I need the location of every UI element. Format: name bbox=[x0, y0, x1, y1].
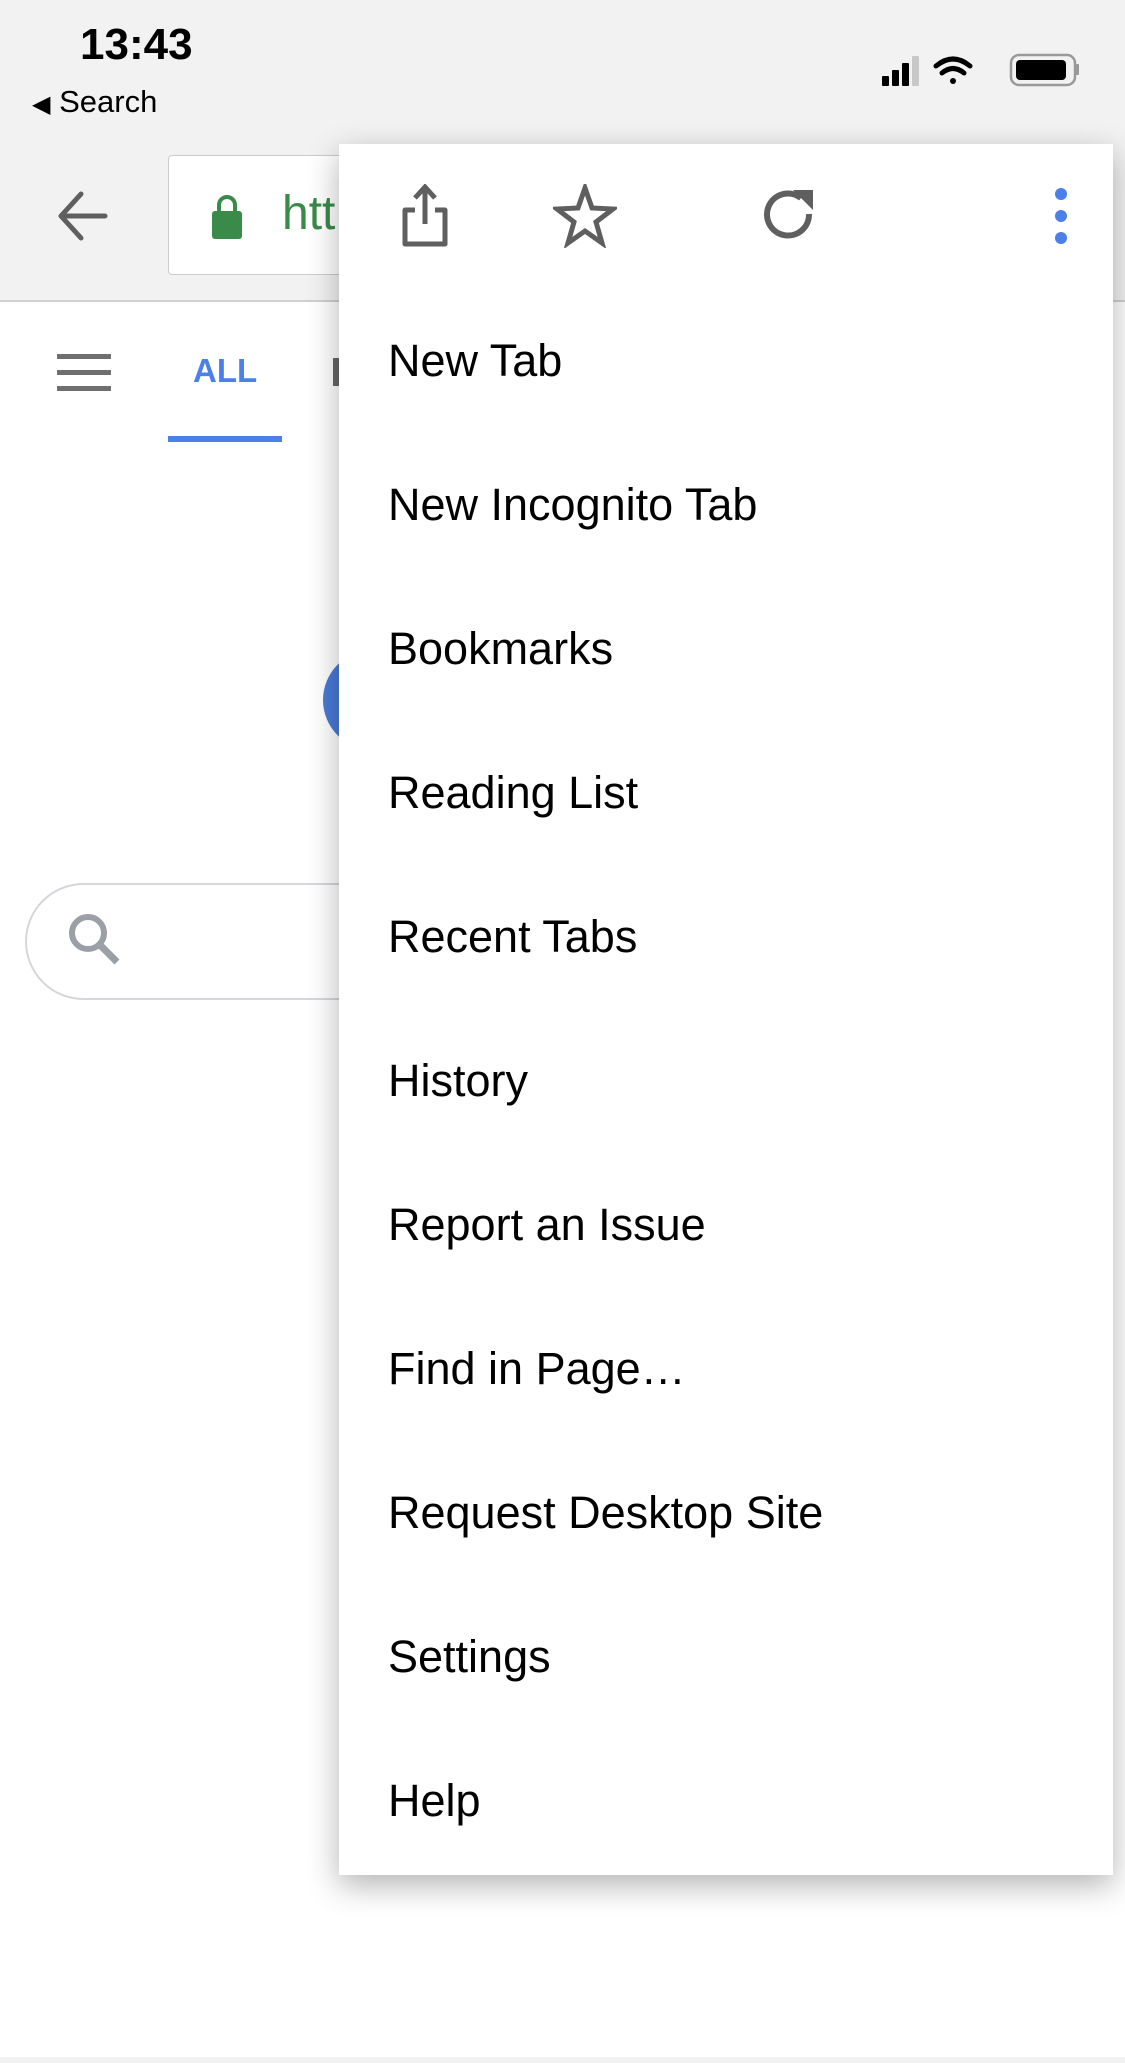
menu-item-reading-list[interactable]: Reading List bbox=[388, 721, 1088, 865]
cellular-signal-icon bbox=[882, 56, 919, 86]
menu-item-report-issue[interactable]: Report an Issue bbox=[388, 1153, 1088, 1297]
menu-item-new-incognito-tab[interactable]: New Incognito Tab bbox=[388, 433, 1088, 577]
more-vertical-icon[interactable] bbox=[1029, 184, 1093, 248]
search-icon bbox=[69, 914, 120, 965]
star-icon[interactable] bbox=[553, 184, 617, 248]
menu-item-settings[interactable]: Settings bbox=[388, 1585, 1088, 1729]
overflow-menu: New Tab New Incognito Tab Bookmarks Read… bbox=[339, 144, 1113, 1875]
back-app-label: Search bbox=[59, 84, 158, 119]
menu-item-bookmarks[interactable]: Bookmarks bbox=[388, 577, 1088, 721]
tab-all[interactable]: ALL bbox=[193, 352, 257, 390]
status-bar: 13:43 ◀ Search bbox=[0, 0, 1125, 140]
reload-icon[interactable] bbox=[757, 184, 821, 248]
status-icons bbox=[882, 53, 1079, 87]
menu-item-request-desktop-site[interactable]: Request Desktop Site bbox=[388, 1441, 1088, 1585]
lock-icon bbox=[212, 195, 242, 239]
menu-item-recent-tabs[interactable]: Recent Tabs bbox=[388, 865, 1088, 1009]
share-icon[interactable] bbox=[393, 184, 457, 248]
status-time: 13:43 bbox=[80, 20, 193, 69]
hamburger-menu-icon[interactable] bbox=[57, 354, 111, 392]
menu-item-history[interactable]: History bbox=[388, 1009, 1088, 1153]
back-to-app-button[interactable]: ◀ Search bbox=[32, 84, 157, 120]
menu-item-new-tab[interactable]: New Tab bbox=[388, 289, 1088, 433]
arrow-left-icon[interactable] bbox=[55, 188, 115, 244]
active-tab-indicator bbox=[168, 436, 282, 442]
back-triangle-icon: ◀ bbox=[32, 91, 51, 118]
battery-icon bbox=[1009, 53, 1079, 87]
url-text[interactable]: htt bbox=[282, 186, 335, 241]
home-indicator-area bbox=[0, 2057, 1125, 2063]
menu-item-find-in-page[interactable]: Find in Page… bbox=[388, 1297, 1088, 1441]
menu-item-help[interactable]: Help bbox=[388, 1729, 1088, 1873]
wifi-icon bbox=[933, 56, 973, 84]
